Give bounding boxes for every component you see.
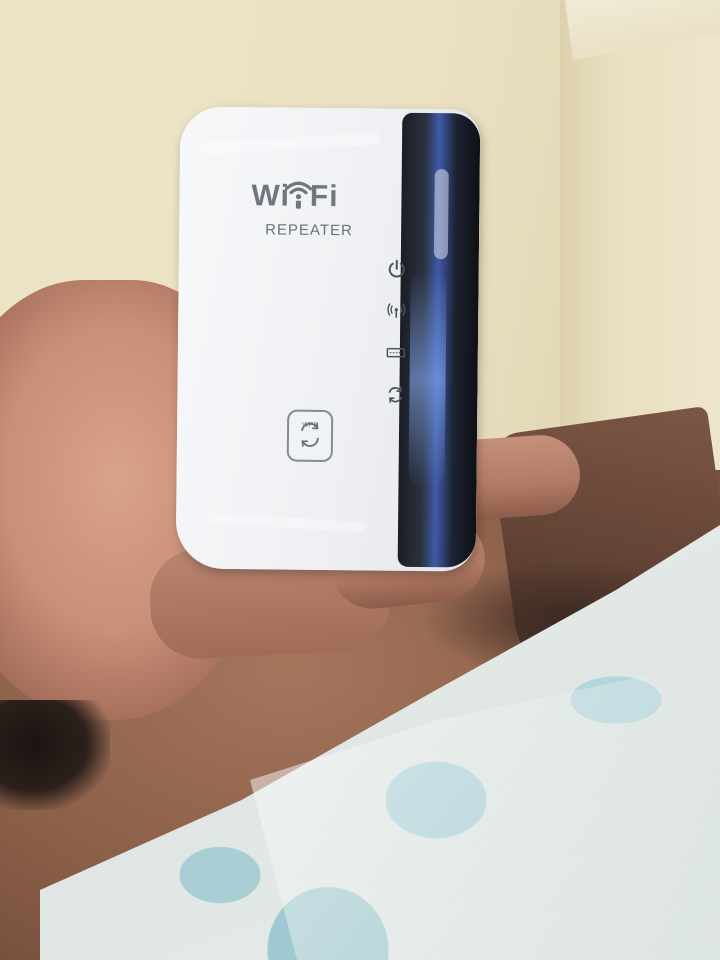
brand-text-right: Fi [309,179,339,214]
wps-button[interactable]: WPS [286,409,334,463]
brand-logo: Wi Fi REPEATER [251,179,382,239]
side-glare [408,268,447,490]
device-front-face [175,106,409,571]
plastic-wrap-glare [433,169,449,260]
photo-scene: Wi Fi REPEATER WPS [0,0,720,960]
power-icon [387,259,407,279]
wireless-signal-icon [386,301,406,321]
brand-wifi-text: Wi Fi [251,179,381,214]
wifi-icon [285,180,313,210]
product-label: REPEATER [265,221,353,240]
status-led-column [385,259,413,427]
hair [0,700,110,810]
ethernet-port-icon [386,343,406,363]
wifi-repeater-device: Wi Fi REPEATER WPS [175,106,481,572]
sync-icon [385,385,405,405]
wps-button-label: WPS [302,421,319,429]
